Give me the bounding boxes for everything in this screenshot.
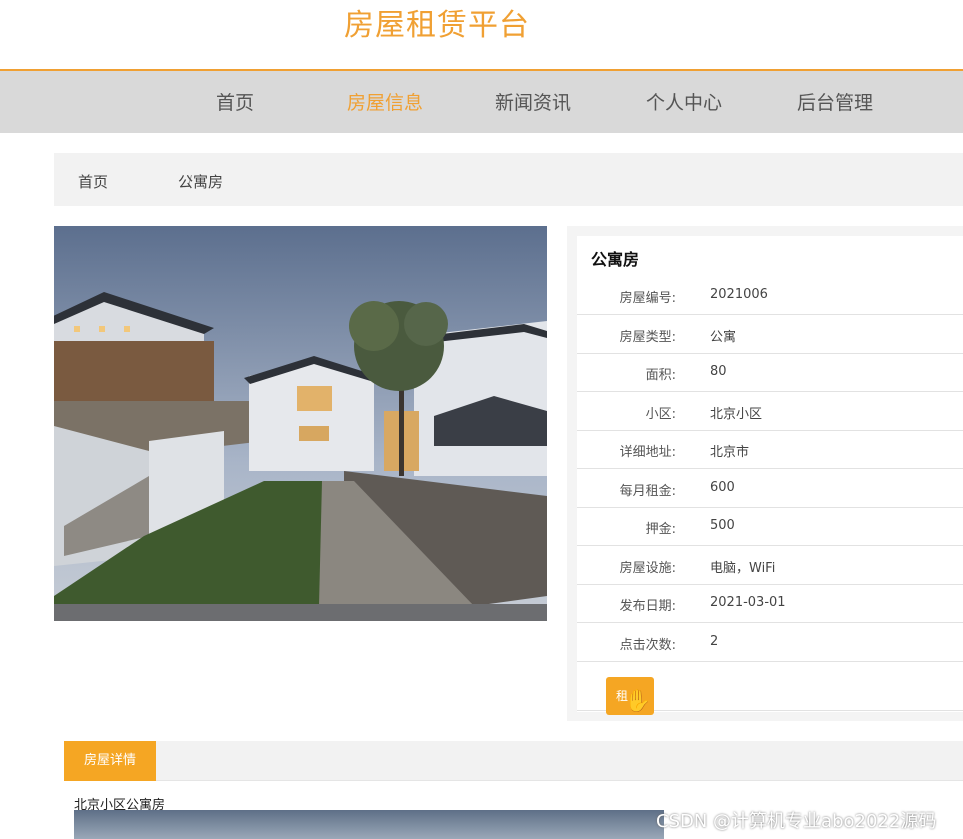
detail-image [74, 810, 664, 839]
nav-item-home[interactable]: 首页 [216, 88, 254, 115]
info-label: 房屋编号: [619, 291, 676, 306]
info-value: 北京小区 [710, 407, 763, 422]
info-row-area: 面积: 80 [577, 353, 963, 392]
info-label: 面积: [645, 368, 676, 383]
watermark: CSDN @计算机专业abo2022源码 [656, 811, 937, 832]
house-title: 公寓房 [591, 250, 640, 269]
house-info-card: 公寓房 房屋编号: 2021006 房屋类型: 公寓 面积: 80 小区: 北京… [577, 236, 963, 715]
info-row-address: 详细地址: 北京市 [577, 430, 963, 469]
info-row-community: 小区: 北京小区 [577, 392, 963, 431]
info-row-facilities: 房屋设施: 电脑，WiFi [577, 546, 963, 585]
info-value: 80 [710, 364, 727, 379]
detail-tabs: 房屋详情 [64, 741, 963, 781]
info-value: 北京市 [710, 445, 750, 460]
nav-item-personal-center[interactable]: 个人中心 [646, 88, 722, 115]
info-value: 600 [710, 480, 735, 495]
info-label: 房屋设施: [619, 561, 676, 576]
info-row-monthly-rent: 每月租金: 600 [577, 469, 963, 508]
hand-cursor-icon: ✋ [624, 689, 652, 714]
info-label: 发布日期: [619, 599, 676, 614]
info-row-click-count: 点击次数: 2 [577, 623, 963, 662]
info-row-house-type: 房屋类型: 公寓 [577, 315, 963, 354]
nav-item-house-info[interactable]: 房屋信息 [347, 88, 423, 115]
breadcrumb-home[interactable]: 首页 [78, 171, 108, 192]
info-label: 房屋类型: [619, 330, 676, 345]
nav-item-admin[interactable]: 后台管理 [797, 88, 873, 115]
info-row-deposit: 押金: 500 [577, 507, 963, 546]
info-label: 点击次数: [619, 638, 676, 653]
breadcrumb: 首页 / 公寓房 [54, 153, 963, 206]
rent-button[interactable]: 租 ✋ [606, 677, 654, 715]
main-nav: 首页 房屋信息 新闻资讯 个人中心 后台管理 [0, 69, 963, 133]
info-row-publish-date: 发布日期: 2021-03-01 [577, 584, 963, 623]
breadcrumb-current: 公寓房 [178, 173, 224, 191]
house-info-panel: 公寓房 房屋编号: 2021006 房屋类型: 公寓 面积: 80 小区: 北京… [567, 226, 963, 721]
info-value: 500 [710, 518, 735, 533]
info-value: 2021006 [710, 287, 768, 302]
info-value: 电脑，WiFi [710, 561, 776, 576]
nav-item-news[interactable]: 新闻资讯 [495, 88, 571, 115]
info-label: 详细地址: [619, 445, 676, 460]
site-title: 房屋租赁平台 [344, 8, 530, 43]
info-row-house-number: 房屋编号: 2021006 [577, 276, 963, 315]
info-value: 2 [710, 634, 719, 649]
house-photo [54, 226, 547, 621]
tab-house-details[interactable]: 房屋详情 [64, 741, 156, 781]
info-value: 2021-03-01 [710, 595, 786, 610]
info-value: 公寓 [710, 330, 737, 345]
info-label: 押金: [645, 522, 676, 537]
info-label: 每月租金: [619, 484, 676, 499]
info-label: 小区: [645, 407, 676, 422]
